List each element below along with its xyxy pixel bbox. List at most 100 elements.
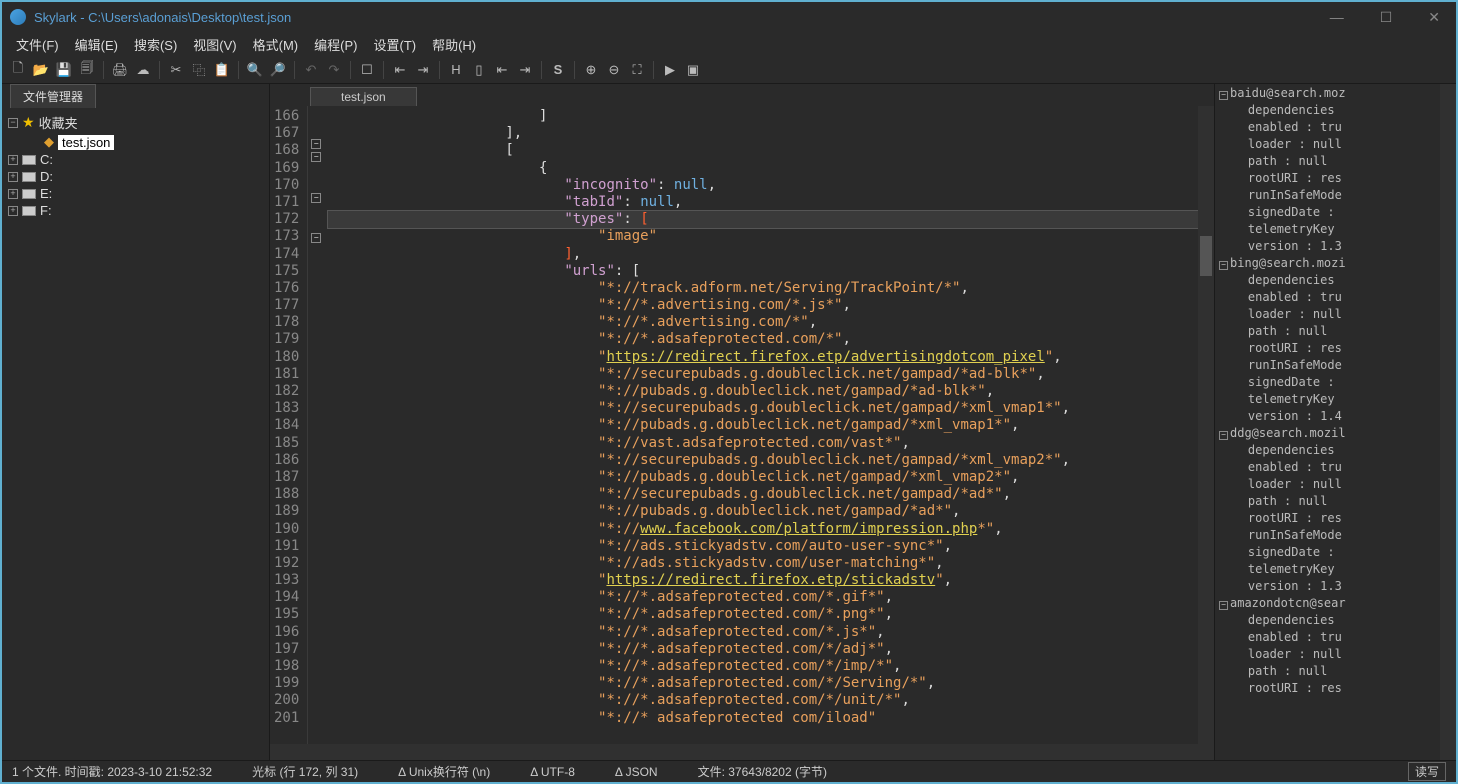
cut-icon[interactable]: ✂: [166, 60, 186, 80]
outline-item[interactable]: dependencies: [1219, 273, 1440, 290]
sidebar-tab-file-manager[interactable]: 文件管理器: [10, 84, 96, 108]
open-file-icon[interactable]: 📂: [31, 60, 51, 80]
collapse-icon[interactable]: −: [1219, 601, 1228, 610]
save-icon[interactable]: 💾: [54, 60, 74, 80]
menu-item[interactable]: 搜索(S): [126, 33, 185, 56]
maximize-button[interactable]: ☐: [1372, 7, 1401, 28]
tab-testjson[interactable]: test.json: [310, 87, 417, 106]
snippet-icon[interactable]: S: [548, 60, 568, 80]
outline-item[interactable]: signedDate :: [1219, 545, 1440, 562]
close-button[interactable]: ✕: [1420, 7, 1448, 28]
vertical-scrollbar[interactable]: [1198, 106, 1214, 744]
outline-item[interactable]: telemetryKey: [1219, 222, 1440, 239]
collapse-icon[interactable]: −: [1219, 431, 1228, 440]
outline-item[interactable]: telemetryKey: [1219, 392, 1440, 409]
doc-icon[interactable]: ▯: [469, 60, 489, 80]
outdent-icon[interactable]: ⇤: [492, 60, 512, 80]
collapse-icon[interactable]: −: [1219, 261, 1228, 270]
redo-icon[interactable]: ↷: [324, 60, 344, 80]
menu-item[interactable]: 格式(M): [245, 33, 307, 56]
paste-icon[interactable]: 📋: [212, 60, 232, 80]
menu-item[interactable]: 编程(P): [306, 33, 365, 56]
cloud-icon[interactable]: ☁: [133, 60, 153, 80]
collapse-icon[interactable]: −: [8, 118, 18, 128]
menu-item[interactable]: 文件(F): [8, 33, 67, 56]
nav-fwd-icon[interactable]: ⇥: [413, 60, 433, 80]
find-icon[interactable]: 🔍: [245, 60, 265, 80]
outline-item[interactable]: version : 1.3: [1219, 579, 1440, 596]
menu-item[interactable]: 设置(T): [365, 33, 424, 56]
status-language[interactable]: Δ JSON: [615, 765, 658, 779]
nav-back-icon[interactable]: ⇤: [390, 60, 410, 80]
expand-icon[interactable]: +: [8, 189, 18, 199]
outline-item[interactable]: runInSafeMode: [1219, 528, 1440, 545]
save-all-icon[interactable]: 🗐: [77, 60, 97, 80]
expand-icon[interactable]: +: [8, 172, 18, 182]
collapse-icon[interactable]: −: [1219, 91, 1228, 100]
expand-icon[interactable]: +: [8, 155, 18, 165]
outline-item[interactable]: path : null: [1219, 494, 1440, 511]
print-icon[interactable]: 🖨: [110, 60, 130, 80]
status-readwrite[interactable]: 读写: [1408, 762, 1446, 781]
zoom-out-icon[interactable]: ⊖: [604, 60, 624, 80]
outline-item[interactable]: signedDate :: [1219, 375, 1440, 392]
outline-item[interactable]: dependencies: [1219, 443, 1440, 460]
outline-item[interactable]: −amazondotcn@sear: [1219, 596, 1440, 613]
outline-item[interactable]: −baidu@search.moz: [1219, 86, 1440, 103]
outline-item[interactable]: path : null: [1219, 154, 1440, 171]
outline-item[interactable]: loader : null: [1219, 307, 1440, 324]
tree-drive[interactable]: +D:: [8, 168, 263, 185]
outline-item[interactable]: enabled : tru: [1219, 120, 1440, 137]
outline-item[interactable]: runInSafeMode: [1219, 188, 1440, 205]
menu-item[interactable]: 视图(V): [185, 33, 244, 56]
outline-item[interactable]: dependencies: [1219, 103, 1440, 120]
outline-item[interactable]: path : null: [1219, 664, 1440, 681]
tree-drive[interactable]: +C:: [8, 151, 263, 168]
status-encoding[interactable]: Δ UTF-8: [530, 765, 575, 779]
outline-item[interactable]: version : 1.4: [1219, 409, 1440, 426]
run-icon[interactable]: ▶: [660, 60, 680, 80]
new-file-icon[interactable]: 🗋: [8, 60, 28, 80]
outline-item[interactable]: enabled : tru: [1219, 630, 1440, 647]
expand-icon[interactable]: +: [8, 206, 18, 216]
outline-item[interactable]: runInSafeMode: [1219, 358, 1440, 375]
minimize-button[interactable]: —: [1322, 7, 1352, 28]
undo-icon[interactable]: ↶: [301, 60, 321, 80]
outline-item[interactable]: rootURI : res: [1219, 511, 1440, 528]
outline-item[interactable]: path : null: [1219, 324, 1440, 341]
outline-item[interactable]: loader : null: [1219, 477, 1440, 494]
tree-drive[interactable]: +E:: [8, 185, 263, 202]
outline-item[interactable]: loader : null: [1219, 137, 1440, 154]
outline-item[interactable]: enabled : tru: [1219, 290, 1440, 307]
outline-item[interactable]: rootURI : res: [1219, 341, 1440, 358]
zoom-in-icon[interactable]: ⊕: [581, 60, 601, 80]
copy-icon[interactable]: ⿻: [189, 60, 209, 80]
outline-item[interactable]: loader : null: [1219, 647, 1440, 664]
outline-scrollbar[interactable]: [1440, 84, 1456, 760]
fullscreen-icon[interactable]: ⛶: [627, 60, 647, 80]
outline-item[interactable]: −bing@search.mozi: [1219, 256, 1440, 273]
fold-column[interactable]: −−−−: [308, 106, 324, 744]
header-icon[interactable]: H: [446, 60, 466, 80]
outline-item[interactable]: version : 1.3: [1219, 239, 1440, 256]
horizontal-scrollbar[interactable]: [270, 744, 1214, 760]
terminal-icon[interactable]: ▣: [683, 60, 703, 80]
code-editor[interactable]: ] ], [ { "incognito": null, "tabId": nul…: [324, 106, 1198, 744]
replace-icon[interactable]: 🔎: [268, 60, 288, 80]
menu-item[interactable]: 帮助(H): [424, 33, 484, 56]
tree-drive[interactable]: +F:: [8, 202, 263, 219]
outline-item[interactable]: dependencies: [1219, 613, 1440, 630]
outline-item[interactable]: rootURI : res: [1219, 681, 1440, 698]
outline-panel[interactable]: −baidu@search.moz dependencies enabled :…: [1214, 84, 1440, 760]
outline-item[interactable]: signedDate :: [1219, 205, 1440, 222]
status-eol[interactable]: Δ Unix换行符 (\n): [398, 763, 490, 780]
outline-item[interactable]: enabled : tru: [1219, 460, 1440, 477]
menu-item[interactable]: 编辑(E): [67, 33, 126, 56]
outline-item[interactable]: rootURI : res: [1219, 171, 1440, 188]
tree-favorites[interactable]: − ★ 收藏夹: [8, 112, 263, 133]
bookmark-icon[interactable]: ☐: [357, 60, 377, 80]
outline-item[interactable]: −ddg@search.mozil: [1219, 426, 1440, 443]
tree-file-testjson[interactable]: ◆ test.json: [8, 133, 263, 151]
outline-item[interactable]: telemetryKey: [1219, 562, 1440, 579]
indent-icon[interactable]: ⇥: [515, 60, 535, 80]
